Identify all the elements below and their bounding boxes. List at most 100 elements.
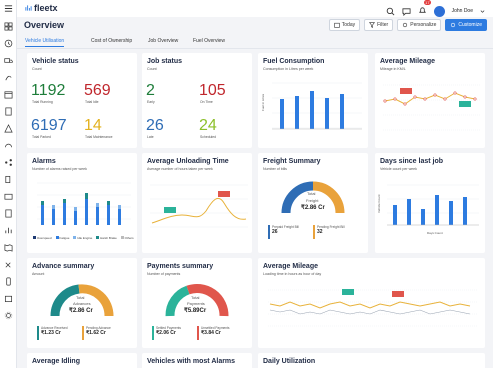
high-value-callout [218,191,230,197]
history-icon[interactable] [4,39,13,48]
header-actions: Today Filter Personalize Customize [328,19,487,31]
legend-item: Idle Engine [73,236,92,240]
map-icon[interactable] [4,243,13,252]
personalize-label: Personalize [410,22,437,28]
bar [435,195,439,225]
bar [310,91,314,129]
y-axis-label: Vehicle Count [377,194,381,213]
card-subtitle: Average number of hours taken per week [147,167,213,171]
customize-button[interactable]: Customize [445,19,487,31]
today-button[interactable]: Today [328,19,361,31]
low-value-callout [164,207,176,213]
document-icon[interactable] [4,107,13,116]
report-icon[interactable] [4,226,13,235]
legend-item: Fatigue [55,236,69,240]
wallet-icon[interactable] [4,192,13,201]
tab-vehicle-utilisation[interactable]: Vehicle Utilisation [25,38,65,47]
warning-icon[interactable] [4,124,13,133]
menu-icon[interactable] [4,4,13,13]
gauge-center-label: Total [307,191,316,196]
gridlines [37,182,131,220]
personalize-button[interactable]: Personalize [397,19,442,31]
card-title: Average Unloading Time [147,158,229,165]
search-icon[interactable] [386,7,395,16]
stacked-bars [41,193,121,225]
page-title: Overview [24,20,65,30]
stat-label: Total Maintenance [85,135,113,139]
tools-icon[interactable] [4,260,13,269]
card-subtitle: Number of bills [263,167,287,171]
card-subtitle: Loading time in hours as hour of day [263,272,322,276]
stat-label: Total Parked [32,135,51,139]
bar [449,201,453,225]
gridlines [383,84,481,131]
today-label: Today [341,22,356,28]
stat-value: 2 [146,82,155,99]
calendar-icon[interactable] [4,90,13,99]
gauge-center-label: Freight [306,198,319,203]
truck-icon[interactable] [4,56,13,65]
low-value-callout [400,88,412,94]
breakdown-item: Advance Received ₹1.23 Cr [37,326,82,340]
tab-job-overview[interactable]: Job Overview [148,38,178,44]
legend-item: Harsh Brake [96,236,117,240]
freight-summary-card: Freight Summary Number of bills Total Fr… [258,153,368,253]
breakdown-value: ₹2.06 Cr [156,330,176,336]
card-title: Alarms [32,158,56,165]
alarms-card: Alarms Number of alarms raised per week … [27,153,137,253]
tab-cost-of-ownership[interactable]: Cost of Ownership [91,38,132,44]
bar [393,205,397,225]
settings-icon[interactable] [4,311,13,320]
breakdown-item: Settled Payments ₹2.06 Cr [152,326,197,340]
gauge-icon[interactable] [4,141,13,150]
fuel-icon[interactable] [4,175,13,184]
breakdown-item: Pending Freight Bill 32 [313,225,358,239]
card-title: Days since last job [380,158,444,165]
tab-bar: Vehicle Utilisation Cost of Ownership Jo… [17,35,493,49]
fuel-consumption-card: Fuel Consumption Consumption in Litres p… [258,53,368,148]
card-title: Vehicle status [32,58,79,65]
stat-value: 26 [146,117,164,134]
stat-value: 14 [84,117,102,134]
average-mileage-hourly-card: Average Mileage Loading time in hours as… [258,258,485,348]
payments-breakdown: Settled Payments ₹2.06 Cr Unsettled Paym… [152,326,242,340]
days-bar-chart: Vehicle Count Days Count [377,184,479,235]
filter-button[interactable]: Filter [364,19,394,31]
stat-label: Scheduled [200,135,217,139]
dashboard-icon[interactable] [4,22,13,31]
tab-fuel-overview[interactable]: Fuel Overview [193,38,225,44]
stat-value: 24 [199,117,217,134]
chat-icon[interactable] [402,7,411,16]
route-icon[interactable] [4,73,13,82]
avatar[interactable] [433,5,445,17]
gauge-center-value: ₹5.89Cr [184,308,207,314]
card-subtitle: Count [32,67,42,71]
job-status-card: Job status Count 2 Early 105 On Time 26 … [142,53,252,148]
breakdown-value: ₹3.84 Cr [201,330,221,336]
payments-summary-card: Payments summary Number of payments Tota… [142,258,252,348]
vehicle-status-card: Vehicle status Count 1192 Total Running … [27,53,137,148]
box-icon[interactable] [4,294,13,303]
phone-icon[interactable] [4,277,13,286]
breakdown-item: Pending Advance ₹1.62 Cr [82,326,127,340]
stat-value: 1192 [31,82,66,99]
bar [340,94,344,129]
comparison-line [269,309,471,315]
chevron-down-icon[interactable] [480,9,485,14]
legend-label: Others [124,236,134,240]
gridlines [272,82,362,129]
share-icon[interactable] [4,158,13,167]
stat-label: Total Running [32,100,53,104]
alarms-stacked-bar-chart [37,182,131,225]
building-icon[interactable] [4,209,13,218]
sidebar [0,0,17,368]
user-name[interactable]: John Doe [452,8,473,14]
fuel-bar-chart: Fuel in Litres [261,82,362,130]
top-bar: fleetx 17 John Doe [17,0,493,17]
breakdown-item: Unsettled Payments ₹3.84 Cr [197,326,242,340]
gauge-center-label: Advances [73,301,91,306]
stat-value: 105 [199,82,226,99]
card-title: Average Idling [32,358,80,365]
card-title: Advance summary [32,263,95,270]
card-title: Job status [147,58,183,65]
